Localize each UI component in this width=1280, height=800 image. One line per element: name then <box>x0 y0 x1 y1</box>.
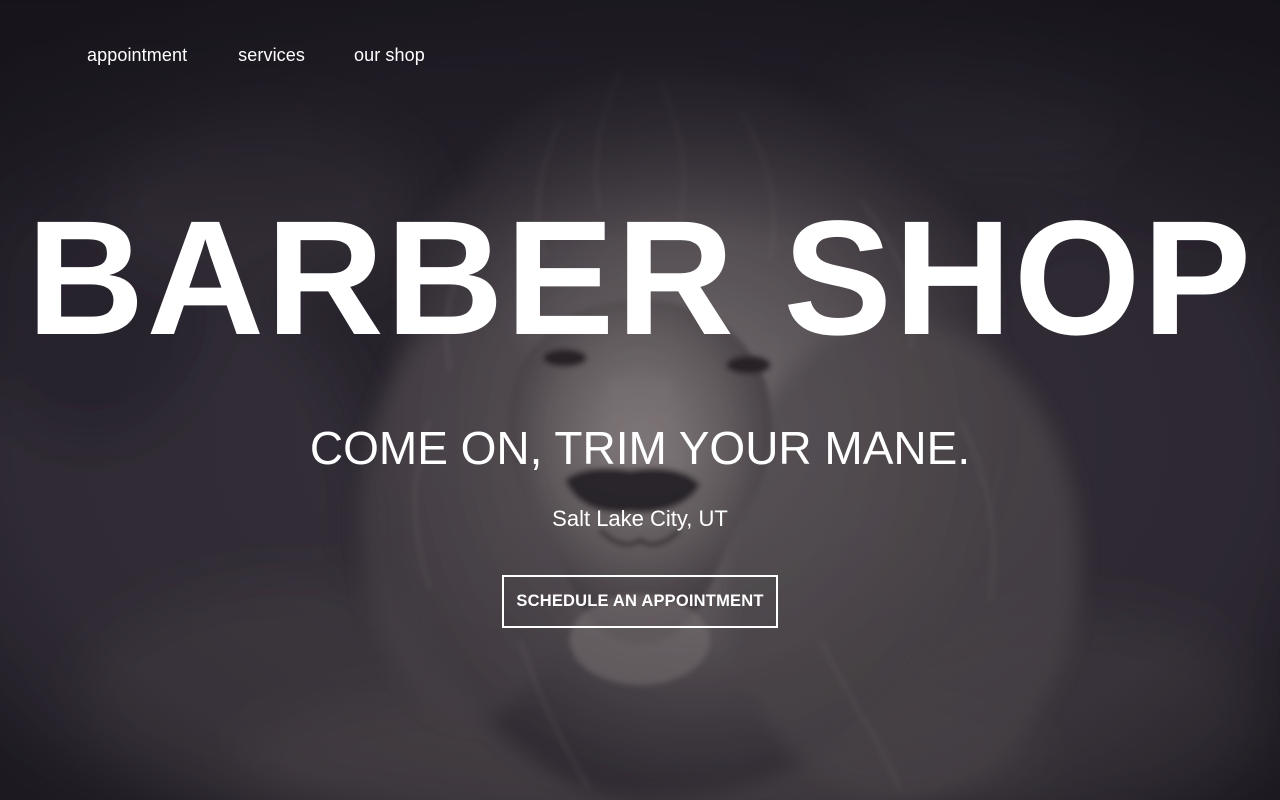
nav-link-appointment[interactable]: appointment <box>87 44 187 66</box>
hero-tagline: COME ON, TRIM YOUR MANE. <box>309 422 971 474</box>
hero-section: appointment services our shop BARBER SHO… <box>0 0 1280 800</box>
hero-title: BARBER SHOP <box>26 186 1254 369</box>
lion-background-image <box>0 0 1280 800</box>
nav-link-services[interactable]: services <box>238 44 305 66</box>
nav-link-our-shop[interactable]: our shop <box>354 44 425 66</box>
schedule-appointment-button[interactable]: SCHEDULE AN APPOINTMENT <box>502 575 778 628</box>
shop-location: Salt Lake City, UT <box>552 506 728 531</box>
main-nav: appointment services our shop <box>87 44 425 66</box>
